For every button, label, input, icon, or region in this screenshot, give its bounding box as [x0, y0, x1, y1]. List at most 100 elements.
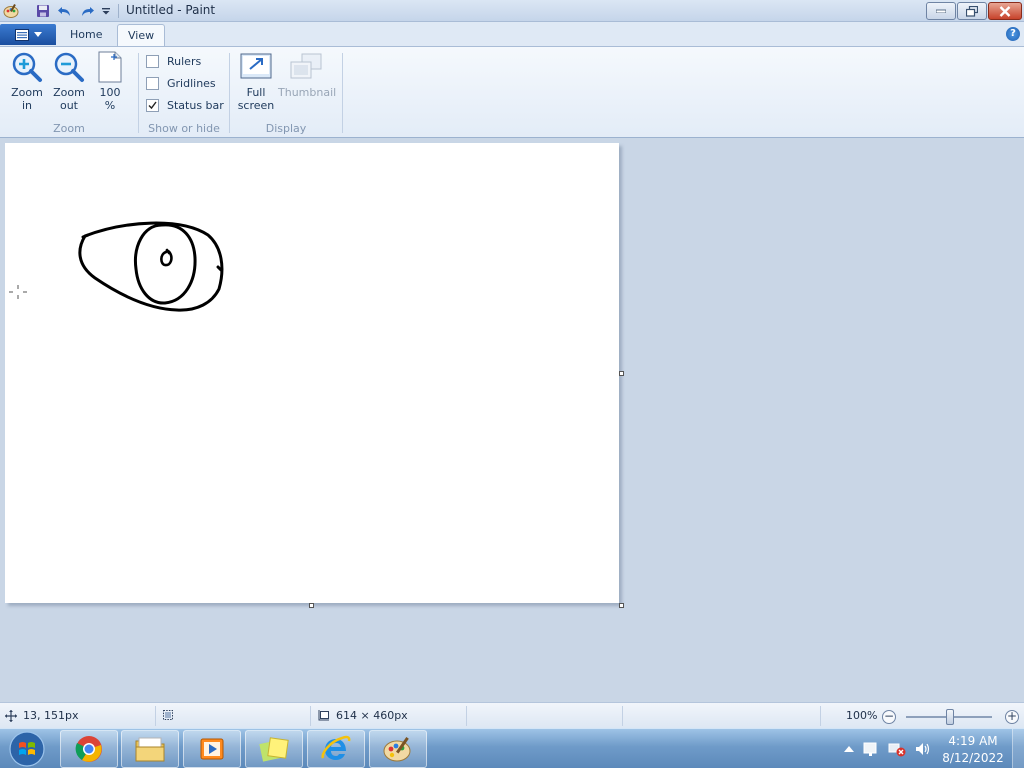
- restore-button[interactable]: [957, 2, 987, 20]
- minimize-icon: [936, 9, 946, 13]
- paint-menu-button[interactable]: [0, 24, 56, 45]
- help-icon[interactable]: ?: [1006, 27, 1020, 41]
- taskbar-paint[interactable]: [369, 730, 427, 768]
- paint-app-icon[interactable]: [3, 3, 19, 19]
- page-100-icon: [94, 51, 126, 83]
- menu-page-icon: [14, 28, 29, 41]
- show-hide-group-label: Show or hide: [148, 122, 220, 135]
- full-screen-label-2: screen: [237, 99, 275, 112]
- status-bar-checkbox-row[interactable]: Status bar: [146, 99, 224, 112]
- taskbar-internet-explorer[interactable]: [307, 730, 365, 768]
- taskbar: 4:19 AM 8/12/2022: [0, 728, 1024, 768]
- cursor-position-readout: 13, 151px: [5, 709, 78, 722]
- volume-icon[interactable]: [914, 741, 932, 757]
- restore-icon: [966, 5, 978, 17]
- zoom-out-label-2: out: [59, 99, 78, 112]
- cursor-position-text: 13, 151px: [23, 709, 79, 722]
- zoom-out-button[interactable]: Zoom out: [50, 51, 88, 112]
- full-screen-icon: [240, 51, 272, 83]
- zoom-in-label-2: in: [21, 99, 33, 112]
- customize-quick-access-icon[interactable]: [98, 3, 114, 19]
- taskbar-file-explorer[interactable]: [121, 730, 179, 768]
- eye-sketch-drawing: [9, 221, 224, 312]
- action-center-icon[interactable]: [862, 741, 880, 757]
- zoom-out-label-1: Zoom: [53, 86, 85, 99]
- chrome-icon: [75, 736, 102, 762]
- zoom-out-icon: [53, 51, 85, 83]
- windows-start-icon: [9, 731, 45, 767]
- show-desktop-button[interactable]: [1012, 729, 1024, 768]
- zoom-in-button[interactable]: Zoom in: [8, 51, 46, 112]
- show-hidden-icons-icon[interactable]: [844, 745, 854, 753]
- zoom-slider-thumb[interactable]: [946, 709, 954, 725]
- selection-size-readout: [162, 709, 174, 721]
- zoom-100-label-1: 100: [99, 86, 121, 99]
- status-bar-label: Status bar: [167, 99, 224, 112]
- network-disconnected-icon[interactable]: [888, 741, 906, 757]
- zoom-100-button[interactable]: 100 %: [92, 51, 128, 112]
- paint-icon: [383, 737, 411, 762]
- zoom-group-label: Zoom: [53, 122, 85, 135]
- thumbnail-label: Thumbnail: [278, 86, 337, 99]
- taskbar-clock[interactable]: 4:19 AM 8/12/2022: [936, 733, 1010, 767]
- thumbnail-icon: [290, 51, 322, 83]
- thumbnail-button[interactable]: Thumbnail: [278, 51, 337, 99]
- clock-date: 8/12/2022: [942, 751, 1004, 765]
- display-group-label: Display: [265, 122, 307, 135]
- group-separator: [138, 53, 139, 133]
- zoom-in-icon: [11, 51, 43, 83]
- save-icon[interactable]: [35, 3, 51, 19]
- start-button[interactable]: [4, 730, 50, 768]
- selection-icon: [163, 710, 173, 720]
- tab-home[interactable]: Home: [60, 24, 112, 46]
- media-player-icon: [200, 738, 224, 760]
- taskbar-sticky-notes[interactable]: [245, 730, 303, 768]
- checkmark-icon: [148, 101, 157, 110]
- status-divider: [155, 706, 156, 726]
- close-icon: [999, 5, 1011, 17]
- status-divider: [820, 706, 821, 726]
- canvas-size-readout: 614 × 460px: [317, 709, 408, 722]
- gridlines-checkbox-row[interactable]: Gridlines: [146, 77, 216, 90]
- gridlines-checkbox[interactable]: [146, 77, 159, 90]
- zoom-in-small-button[interactable]: +: [1005, 710, 1019, 724]
- rulers-checkbox[interactable]: [146, 55, 159, 68]
- internet-explorer-icon: [321, 735, 351, 760]
- quick-access-separator: [118, 4, 119, 18]
- full-screen-button[interactable]: Full screen: [236, 51, 276, 112]
- canvas-workspace[interactable]: [0, 138, 1024, 702]
- resize-handle-bottom[interactable]: [309, 603, 314, 608]
- drawing-canvas[interactable]: [5, 143, 619, 603]
- minimize-button[interactable]: [926, 2, 956, 20]
- window-title: Untitled - Paint: [126, 3, 216, 17]
- canvas-size-icon: [318, 709, 329, 720]
- file-explorer-icon: [135, 737, 165, 762]
- group-separator: [342, 53, 343, 133]
- full-screen-label-1: Full: [246, 86, 266, 99]
- taskbar-chrome[interactable]: [60, 730, 118, 768]
- undo-icon[interactable]: [57, 3, 73, 19]
- redo-icon[interactable]: [79, 3, 95, 19]
- resize-handle-corner[interactable]: [619, 603, 624, 608]
- chevron-down-icon: [33, 32, 42, 37]
- system-tray: [844, 729, 932, 768]
- status-bar-checkbox[interactable]: [146, 99, 159, 112]
- status-divider: [622, 706, 623, 726]
- zoom-100-label-2: %: [104, 99, 116, 112]
- clock-time: 4:19 AM: [948, 734, 998, 748]
- canvas-size-text: 614 × 460px: [336, 709, 408, 722]
- status-bar: 13, 151px 614 × 460px 100% − +: [0, 702, 1024, 728]
- ribbon-tab-row: Home View ?: [0, 22, 1024, 46]
- resize-handle-right[interactable]: [619, 371, 624, 376]
- taskbar-media-player[interactable]: [183, 730, 241, 768]
- close-button[interactable]: [988, 2, 1022, 20]
- status-divider: [466, 706, 467, 726]
- zoom-out-small-button[interactable]: −: [882, 710, 896, 724]
- zoom-percent: 100%: [846, 709, 878, 722]
- gridlines-label: Gridlines: [167, 77, 216, 90]
- rulers-checkbox-row[interactable]: Rulers: [146, 55, 201, 68]
- tab-view[interactable]: View: [117, 24, 166, 46]
- group-separator: [229, 53, 230, 133]
- move-cursor-icon: [5, 709, 17, 722]
- status-divider: [310, 706, 311, 726]
